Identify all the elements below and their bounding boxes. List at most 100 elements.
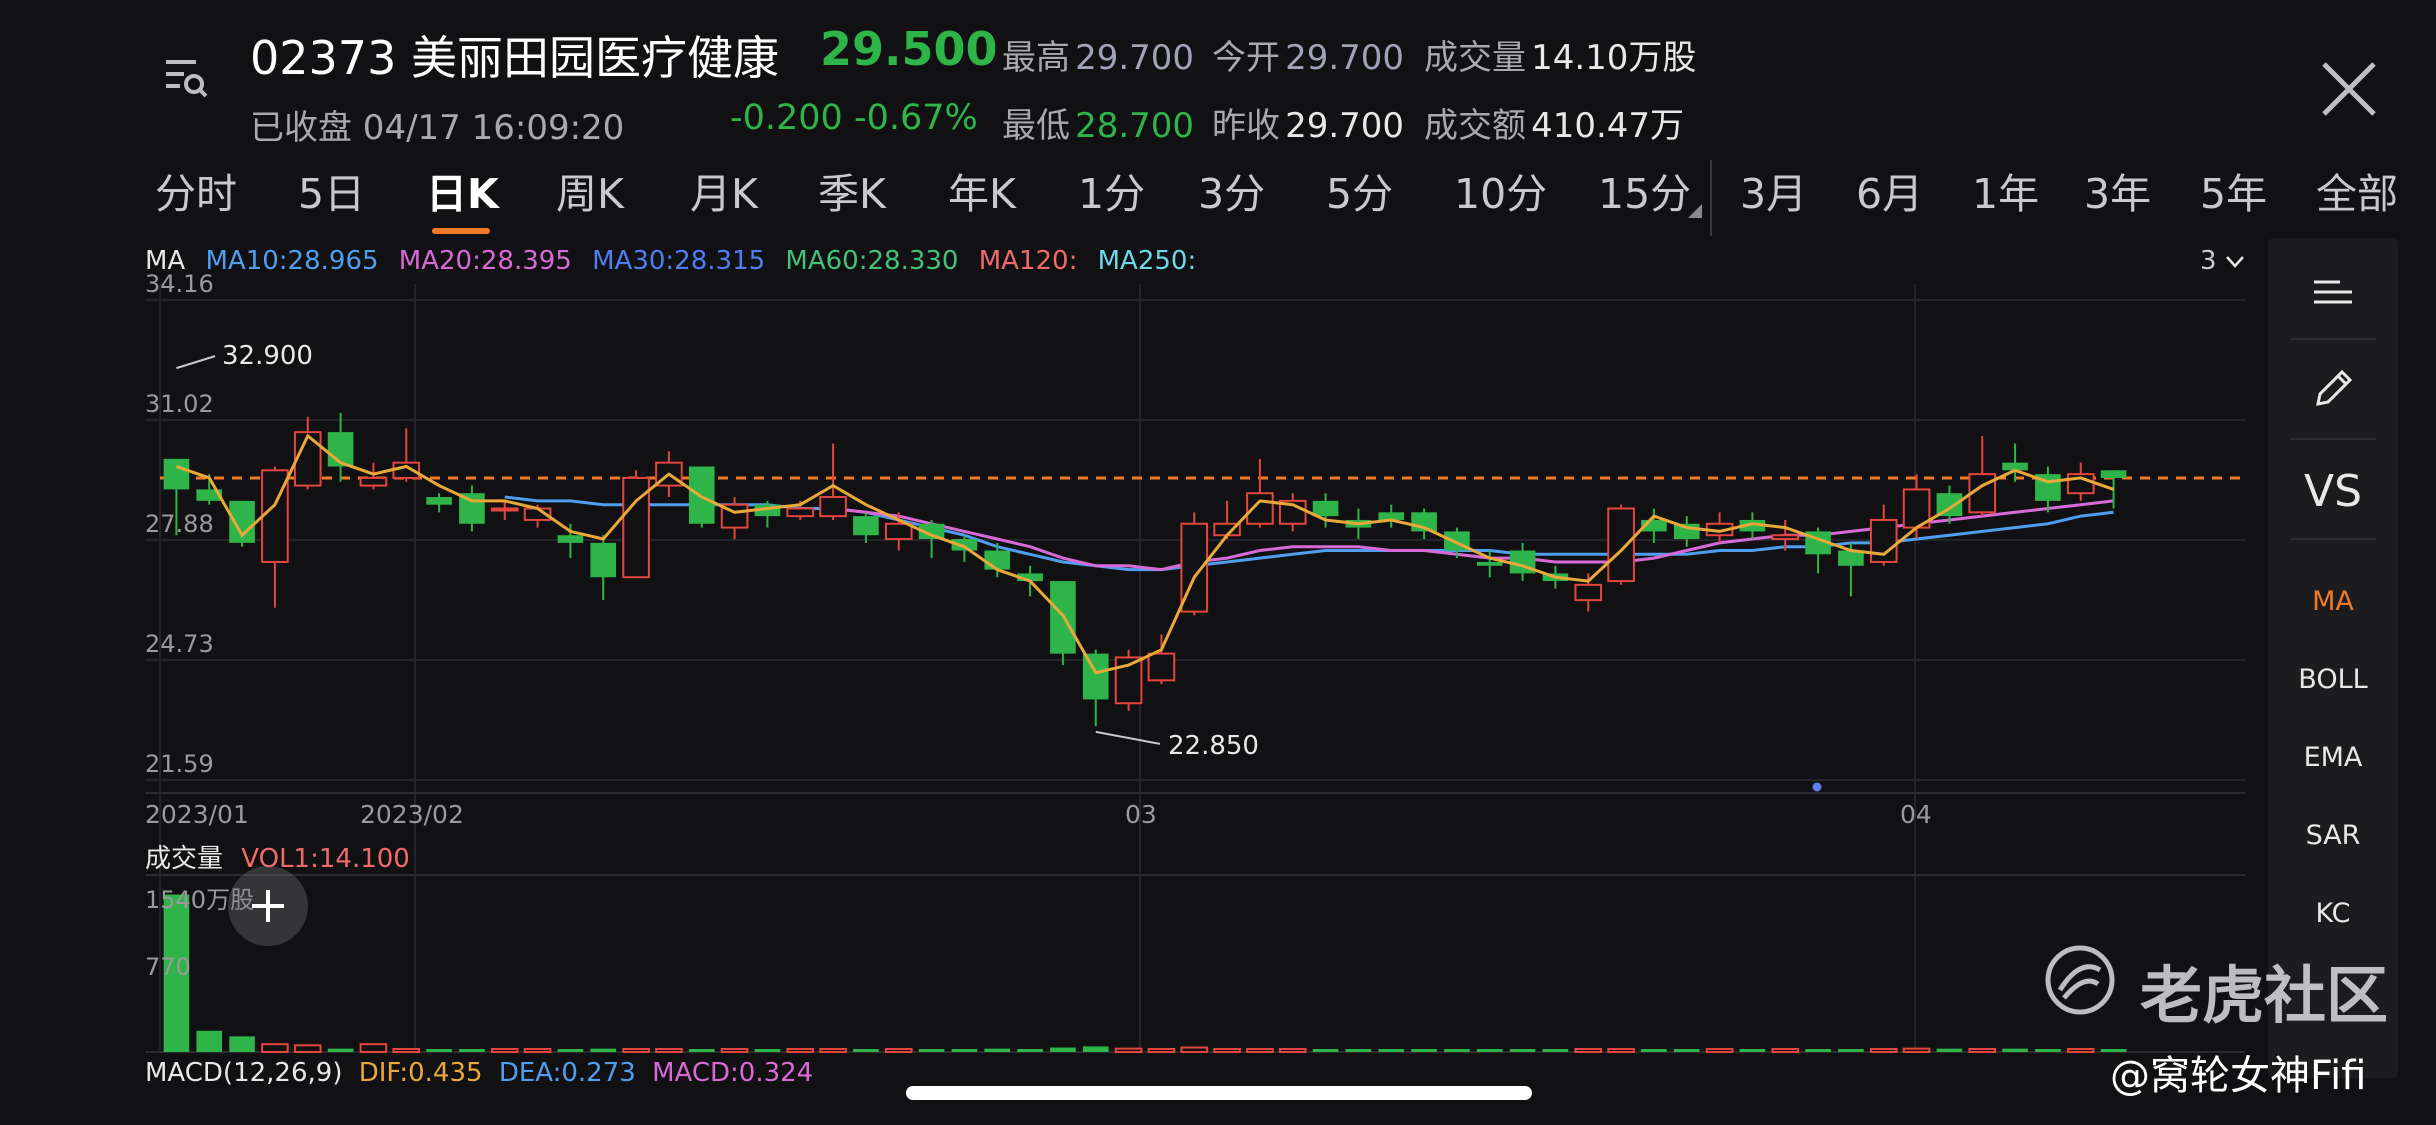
volume-bar bbox=[196, 1030, 223, 1052]
volume-bar bbox=[655, 1048, 683, 1053]
low-annotation: 22.850 bbox=[1168, 731, 1259, 761]
volume-bar bbox=[1246, 1048, 1274, 1053]
volume-bar bbox=[1476, 1049, 1503, 1052]
x-tick-label: 03 bbox=[1125, 800, 1157, 829]
volume-bar bbox=[523, 1048, 552, 1053]
tool-separator bbox=[2290, 438, 2376, 440]
crosshair-icon bbox=[252, 890, 284, 922]
boll-indicator-button[interactable]: BOLL bbox=[2268, 664, 2398, 695]
ema-indicator-button[interactable]: EMA bbox=[2268, 742, 2398, 773]
candle-body bbox=[688, 466, 715, 524]
candle-body bbox=[426, 497, 452, 505]
macd-label: MACD(12,26,9) bbox=[145, 1058, 343, 1088]
candle-body bbox=[853, 516, 879, 536]
volume-bar bbox=[1641, 1049, 1667, 1052]
candle-body bbox=[1771, 534, 1800, 541]
candle-body bbox=[590, 542, 617, 578]
macd-value: MACD:0.324 bbox=[652, 1058, 814, 1088]
volume-bar bbox=[1607, 1048, 1635, 1053]
volume-bar bbox=[1574, 1048, 1603, 1053]
high-annotation-leader bbox=[176, 355, 216, 370]
y-tick-label: 31.02 bbox=[145, 390, 214, 418]
home-indicator[interactable] bbox=[906, 1086, 1532, 1100]
candle-body bbox=[819, 496, 847, 518]
volume-label: 成交量 bbox=[145, 844, 224, 874]
event-marker bbox=[1812, 782, 1822, 792]
volume-bar bbox=[853, 1049, 879, 1052]
volume-bar bbox=[1936, 1048, 1963, 1052]
volume-bar bbox=[1345, 1049, 1372, 1052]
candle-body bbox=[1574, 583, 1603, 602]
list-icon[interactable] bbox=[2268, 274, 2398, 321]
candle-body bbox=[786, 507, 815, 518]
ma-indicator-button[interactable]: MA bbox=[2268, 586, 2398, 617]
x-tick-label: 2023/02 bbox=[360, 800, 464, 829]
volume-bar bbox=[1869, 1048, 1898, 1053]
volume-bar bbox=[1838, 1049, 1864, 1052]
volume-bar bbox=[1968, 1048, 1997, 1053]
candle-body bbox=[293, 431, 322, 487]
volume-bar bbox=[2002, 1048, 2028, 1052]
pencil-icon[interactable] bbox=[2268, 366, 2398, 419]
y-tick-label: 27.88 bbox=[145, 510, 214, 538]
candle-body bbox=[490, 507, 519, 512]
volume-bar bbox=[622, 1048, 650, 1053]
volume-bar bbox=[951, 1049, 978, 1052]
volume-bar bbox=[1114, 1047, 1143, 1053]
volume-bar bbox=[557, 1049, 584, 1052]
x-tick-label: 2023/01 bbox=[145, 800, 249, 829]
kc-indicator-button[interactable]: KC bbox=[2268, 898, 2398, 929]
x-tick-label: 04 bbox=[1900, 800, 1932, 829]
volume-bar bbox=[1017, 1049, 1043, 1052]
volume-bar bbox=[293, 1044, 322, 1054]
candle-body bbox=[1607, 507, 1635, 583]
volume-bar bbox=[1902, 1047, 1931, 1053]
volume-bar bbox=[2066, 1048, 2095, 1053]
volume-bar bbox=[1050, 1047, 1076, 1052]
candle-body bbox=[1312, 500, 1339, 517]
candle-body bbox=[2100, 470, 2127, 478]
author-credit: @窝轮女神Fifi bbox=[2110, 1053, 2367, 1099]
sar-indicator-button[interactable]: SAR bbox=[2268, 820, 2398, 851]
volume-bar bbox=[918, 1049, 945, 1052]
volume-bar bbox=[261, 1043, 289, 1053]
volume-bar bbox=[754, 1049, 781, 1052]
volume-bar bbox=[490, 1048, 519, 1053]
volume-mid-tick: 770 bbox=[145, 953, 191, 981]
volume-bar bbox=[1278, 1048, 1307, 1053]
volume-bar bbox=[1180, 1046, 1209, 1054]
volume-bar bbox=[327, 1048, 354, 1052]
candle-body bbox=[1476, 561, 1503, 566]
volume-bar bbox=[590, 1048, 617, 1052]
y-tick-label: 24.73 bbox=[145, 630, 214, 658]
candle-body bbox=[163, 458, 190, 490]
volume-bar bbox=[392, 1048, 421, 1053]
y-tick-label: 21.59 bbox=[145, 750, 214, 778]
volume-bar bbox=[1378, 1049, 1405, 1052]
candle-body bbox=[1082, 653, 1109, 700]
watermark-text: 老虎社区 bbox=[2140, 959, 2389, 1032]
candle-body bbox=[1147, 652, 1176, 682]
dea-value: DEA:0.273 bbox=[498, 1058, 636, 1088]
tool-separator bbox=[2290, 538, 2376, 540]
volume-bar bbox=[1771, 1048, 1800, 1053]
volume-bar bbox=[884, 1048, 913, 1053]
volume-bar bbox=[1509, 1049, 1536, 1052]
y-tick-label: 34.16 bbox=[145, 270, 214, 298]
volume-bar bbox=[786, 1048, 815, 1053]
volume-bar bbox=[1147, 1048, 1176, 1053]
candle-body bbox=[984, 550, 1011, 570]
volume-bar bbox=[1705, 1048, 1734, 1053]
candle-body bbox=[359, 476, 388, 487]
vs-compare-button[interactable]: VS bbox=[2268, 466, 2398, 517]
volume-bar bbox=[359, 1043, 388, 1053]
dif-value: DIF:0.435 bbox=[358, 1058, 483, 1088]
volume-bar bbox=[1082, 1046, 1109, 1052]
tiger-logo-icon bbox=[2045, 945, 2115, 1015]
volume-bar bbox=[1213, 1048, 1241, 1053]
volume-bar bbox=[1542, 1049, 1569, 1052]
volume-bar bbox=[819, 1048, 847, 1053]
volume-bar bbox=[229, 1036, 255, 1052]
crosshair-button[interactable] bbox=[228, 866, 308, 946]
volume-bar bbox=[1444, 1049, 1470, 1052]
